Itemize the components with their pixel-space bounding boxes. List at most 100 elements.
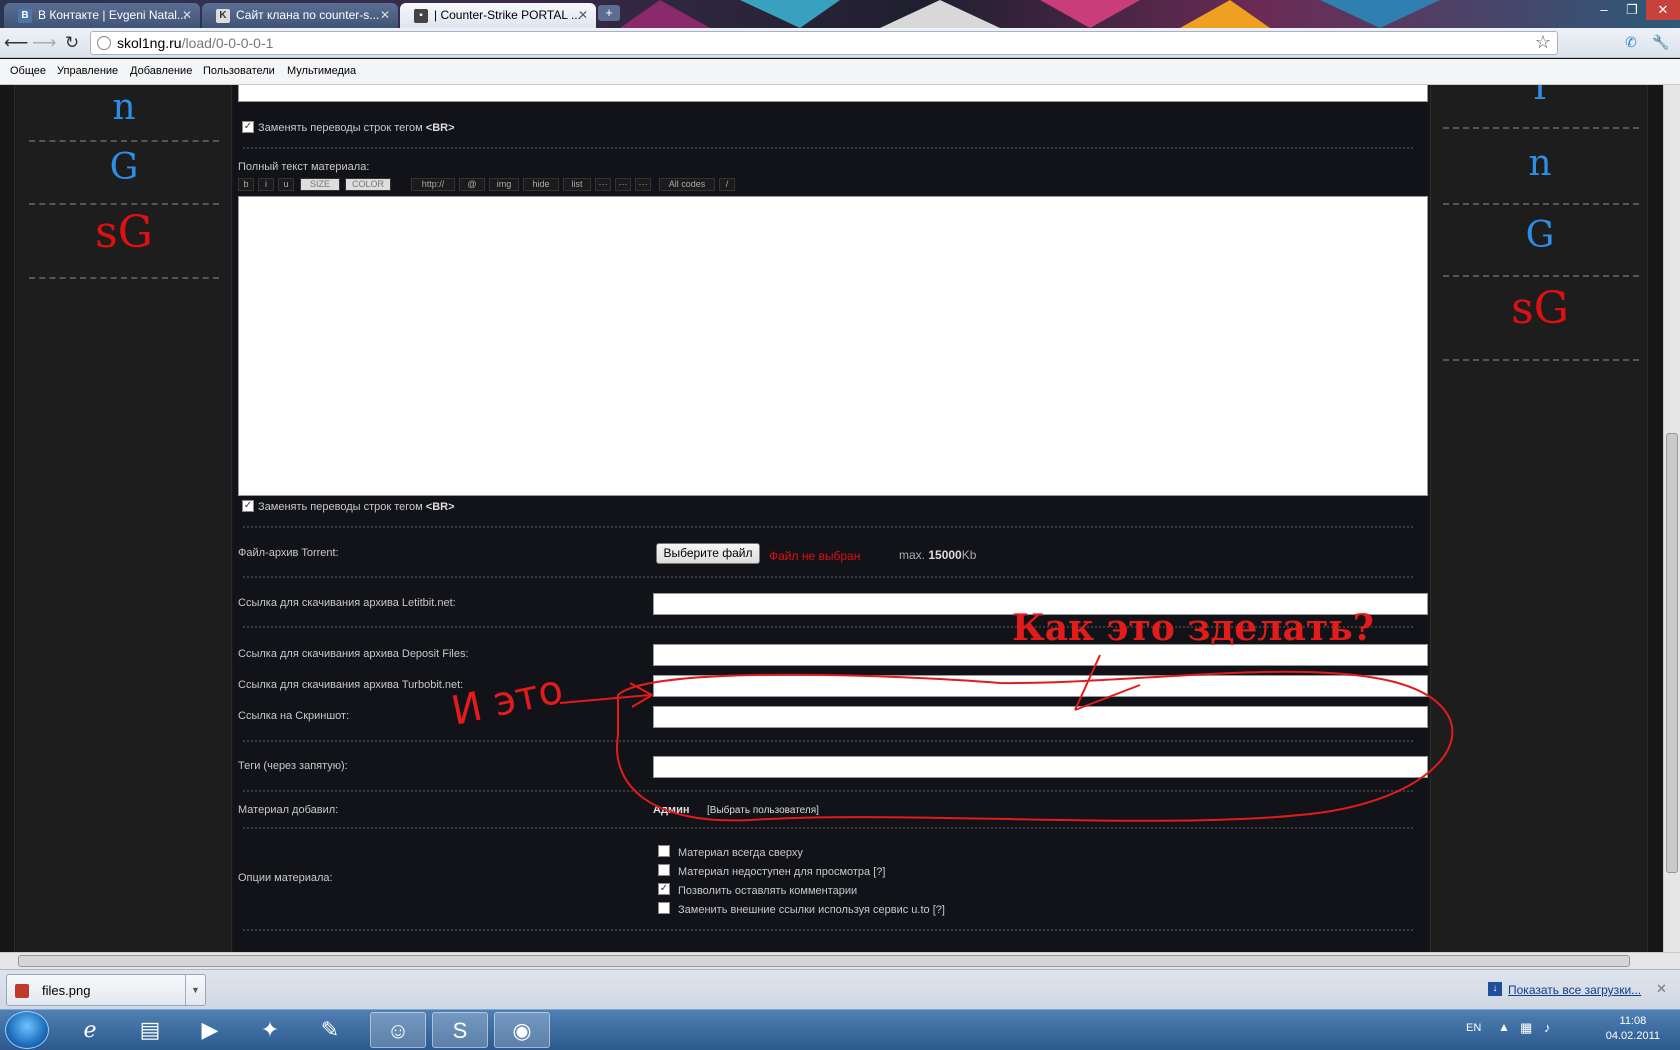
- bbcode-close-tags[interactable]: /: [719, 178, 735, 191]
- network-icon[interactable]: ▦: [1520, 1020, 1532, 1036]
- added-by-user: Админ: [653, 804, 690, 816]
- close-shelf-icon[interactable]: ✕: [1656, 981, 1667, 997]
- divider: [243, 790, 1413, 792]
- chevron-down-icon[interactable]: ▼: [185, 975, 205, 1005]
- option-pin-top-checkbox[interactable]: [658, 845, 670, 857]
- left-sidebar: n G sG: [14, 85, 232, 952]
- url-path: /load/0-0-0-0-1: [181, 35, 274, 51]
- right-sidebar: I n G sG: [1430, 85, 1648, 952]
- reload-icon[interactable]: ↻: [61, 33, 83, 53]
- menu-multimedia[interactable]: Мультимедиа: [287, 65, 356, 77]
- back-icon[interactable]: ⟵: [4, 33, 28, 53]
- choose-user-link[interactable]: [Выбрать пользователя]: [707, 805, 819, 816]
- letitbit-input[interactable]: [653, 593, 1428, 615]
- bbcode-italic[interactable]: i: [258, 178, 274, 191]
- sidebar-letter: n: [1528, 143, 1552, 184]
- bbcode-underline[interactable]: u: [278, 178, 294, 191]
- bbcode-url[interactable]: http://: [411, 178, 455, 191]
- divider: [243, 526, 1413, 528]
- bbcode-list[interactable]: list: [563, 178, 591, 191]
- sidebar-letter: G: [1525, 215, 1555, 256]
- menu-users[interactable]: Пользователи: [203, 65, 275, 77]
- bookmark-star-icon[interactable]: ☆: [1535, 32, 1551, 53]
- messenger-icon[interactable]: ☺: [370, 1012, 426, 1048]
- app-icon[interactable]: ✦: [242, 1012, 298, 1048]
- address-bar[interactable]: skol1ng.ru/load/0-0-0-0-1 ☆: [90, 31, 1558, 55]
- bbcode-email[interactable]: @: [459, 178, 485, 191]
- tags-input[interactable]: [653, 756, 1428, 778]
- minimize-button[interactable]: –: [1590, 0, 1618, 20]
- tab-cs-portal[interactable]: ▪ | Counter-Strike PORTAL ... ✕: [400, 3, 596, 28]
- option-hidden-checkbox[interactable]: [658, 864, 670, 876]
- windows-taskbar: ℯ ▤ ▶ ✦ ✎ ☺ S ◉ EN ▲ ▦ ♪ 11:08 04.02.201…: [0, 1009, 1680, 1050]
- bbcode-color-select[interactable]: COLOR: [345, 178, 391, 191]
- br-checkbox-short[interactable]: ✓: [242, 121, 254, 133]
- bbcode-all-codes[interactable]: All codes: [659, 178, 715, 191]
- tab-clan-site[interactable]: K Сайт клана по counter-s... ✕: [202, 3, 398, 28]
- option-comments-checkbox[interactable]: ✓: [658, 883, 670, 895]
- language-indicator[interactable]: EN: [1466, 1022, 1481, 1034]
- explorer-icon[interactable]: ▤: [122, 1012, 178, 1048]
- forward-icon[interactable]: ⟶: [32, 33, 56, 53]
- max-size-text: max. 15000Kb: [899, 548, 977, 562]
- start-button[interactable]: [5, 1011, 49, 1049]
- clock-date: 04.02.2011: [1605, 1030, 1660, 1042]
- divider: [243, 626, 1413, 628]
- maximize-button[interactable]: ❐: [1618, 0, 1646, 20]
- vertical-scroll-thumb[interactable]: [1666, 433, 1678, 873]
- media-player-icon[interactable]: ▶: [182, 1012, 238, 1048]
- divider: [1443, 359, 1639, 361]
- divider: [243, 740, 1413, 742]
- ie-icon[interactable]: ℯ: [62, 1012, 118, 1048]
- bbcode-extra[interactable]: ···: [615, 178, 631, 191]
- full-text-textarea[interactable]: [238, 196, 1428, 496]
- divider: [29, 277, 219, 279]
- download-item[interactable]: files.png ▼: [6, 974, 206, 1006]
- horizontal-scroll-thumb[interactable]: [18, 955, 1630, 967]
- bbcode-hide[interactable]: hide: [523, 178, 559, 191]
- deposit-input[interactable]: [653, 644, 1428, 666]
- bbcode-bold[interactable]: b: [238, 178, 254, 191]
- tray-arrow-icon[interactable]: ▲: [1498, 1020, 1510, 1034]
- menu-add[interactable]: Добавление: [130, 65, 192, 77]
- cs-icon: K: [216, 9, 230, 23]
- turbobit-label: Ссылка для скачивания архива Turbobit.ne…: [238, 679, 464, 691]
- option-uto-checkbox[interactable]: [658, 902, 670, 914]
- vertical-scrollbar[interactable]: [1663, 85, 1680, 952]
- bbcode-extra[interactable]: ···: [595, 178, 611, 191]
- new-tab-button[interactable]: +: [598, 5, 620, 21]
- no-file-text: Файл не выбран: [769, 549, 861, 563]
- close-tab-icon[interactable]: ✕: [182, 8, 192, 22]
- app-icon[interactable]: ✎: [302, 1012, 358, 1048]
- option-comments-label: Позволить оставлять комментарии: [678, 885, 858, 897]
- download-shelf: files.png ▼ ↓ Показать все загрузки... ✕: [0, 969, 1680, 1009]
- tab-title: В Контакте | Evgeni Natal...: [38, 8, 187, 22]
- turbobit-input[interactable]: [653, 675, 1428, 697]
- volume-icon[interactable]: ♪: [1544, 1020, 1551, 1035]
- address-url[interactable]: skol1ng.ru/load/0-0-0-0-1: [117, 35, 273, 51]
- tab-vk[interactable]: В В Контакте | Evgeni Natal... ✕: [4, 3, 200, 28]
- close-tab-icon[interactable]: ✕: [578, 8, 588, 22]
- choose-file-button[interactable]: Выберите файл: [656, 543, 760, 564]
- system-tray: EN ▲ ▦ ♪ 11:08 04.02.2011: [1440, 1010, 1680, 1050]
- wrench-icon[interactable]: 🔧: [1652, 34, 1670, 52]
- bbcode-extra[interactable]: ···: [635, 178, 651, 191]
- chrome-icon[interactable]: ◉: [494, 1012, 550, 1048]
- bbcode-size-select[interactable]: SIZE: [300, 178, 340, 191]
- page-content: n G sG I n G sG ✓ Заменять переводы стро…: [0, 85, 1663, 952]
- short-text-textarea[interactable]: [238, 85, 1428, 102]
- skype-extension-icon[interactable]: ✆: [1622, 34, 1640, 52]
- screenshot-input[interactable]: [653, 706, 1428, 728]
- show-all-downloads-link[interactable]: Показать все загрузки...: [1508, 983, 1641, 997]
- horizontal-scrollbar[interactable]: [0, 952, 1680, 969]
- close-window-button[interactable]: ✕: [1646, 0, 1680, 20]
- menu-manage[interactable]: Управление: [57, 65, 118, 77]
- skype-icon[interactable]: S: [432, 1012, 488, 1048]
- bbcode-img[interactable]: img: [489, 178, 519, 191]
- options-label: Опции материала:: [238, 872, 333, 884]
- menu-general[interactable]: Общее: [10, 65, 46, 77]
- close-tab-icon[interactable]: ✕: [380, 8, 390, 22]
- br-label-short: Заменять переводы строк тегом <BR>: [258, 122, 455, 134]
- br-checkbox-full[interactable]: ✓: [242, 500, 254, 512]
- clock[interactable]: 11:08 04.02.2011: [1606, 1014, 1660, 1044]
